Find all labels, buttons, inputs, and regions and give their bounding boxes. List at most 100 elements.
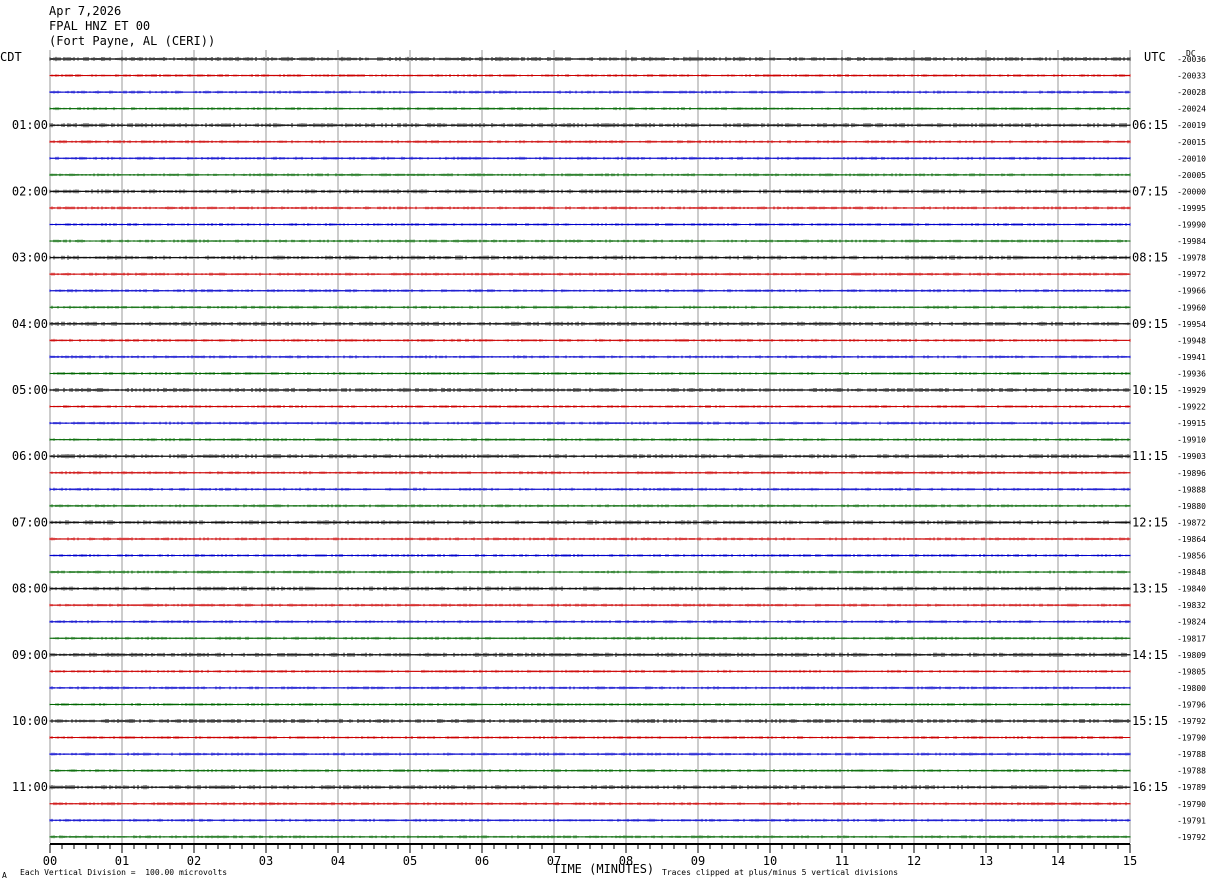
dc-offset-label: -19805 bbox=[1177, 667, 1206, 676]
x-tick-label: 14 bbox=[1051, 854, 1065, 868]
dc-offset-label: -19809 bbox=[1177, 651, 1206, 660]
local-hour-label: 07:00 bbox=[12, 515, 48, 529]
dc-offset-label: -20000 bbox=[1177, 187, 1206, 196]
seismic-trace bbox=[49, 438, 1131, 442]
x-tick-label: 07 bbox=[547, 854, 561, 868]
dc-offset-label: -19791 bbox=[1177, 816, 1206, 825]
x-tick-label: 06 bbox=[475, 854, 489, 868]
x-tick-label: 04 bbox=[331, 854, 345, 868]
seismic-trace bbox=[49, 818, 1131, 822]
utc-hour-label: 09:15 bbox=[1132, 317, 1168, 331]
seismic-trace bbox=[49, 769, 1131, 773]
seismic-trace bbox=[49, 338, 1131, 342]
dc-offset-label: -20015 bbox=[1177, 138, 1206, 147]
seismic-trace bbox=[49, 173, 1131, 177]
local-hour-label: 02:00 bbox=[12, 184, 48, 198]
seismic-trace bbox=[49, 355, 1131, 359]
seismic-trace bbox=[49, 223, 1131, 226]
dc-offset-label: -19995 bbox=[1177, 204, 1206, 213]
local-hour-label: 04:00 bbox=[12, 317, 48, 331]
dc-offset-label: -19792 bbox=[1177, 833, 1206, 842]
utc-hour-label: 06:15 bbox=[1132, 118, 1168, 132]
dc-offset-label: -19948 bbox=[1177, 336, 1206, 345]
dc-offset-label: -19984 bbox=[1177, 237, 1206, 246]
dc-offset-label: -19941 bbox=[1177, 353, 1206, 362]
dc-offset-label: -19872 bbox=[1177, 518, 1206, 527]
seismic-trace bbox=[49, 785, 1131, 790]
seismic-trace bbox=[49, 421, 1131, 425]
x-tick-label: 13 bbox=[979, 854, 993, 868]
dc-offset-label: -20036 bbox=[1177, 55, 1206, 64]
seismic-trace bbox=[49, 686, 1131, 690]
dc-offset-label: -19840 bbox=[1177, 585, 1206, 594]
dc-offset-label: -20005 bbox=[1177, 171, 1206, 180]
dc-offset-label: -19966 bbox=[1177, 287, 1206, 296]
utc-hour-label: 08:15 bbox=[1132, 251, 1168, 265]
seismic-trace bbox=[49, 74, 1131, 77]
seismic-trace bbox=[49, 321, 1131, 326]
seismic-trace bbox=[49, 487, 1131, 491]
dc-offset-label: -20033 bbox=[1177, 72, 1206, 81]
local-hour-label: 08:00 bbox=[12, 582, 48, 596]
x-tick-label: 09 bbox=[691, 854, 705, 868]
seismic-trace bbox=[49, 736, 1131, 739]
seismic-trace bbox=[49, 752, 1131, 756]
dc-offset-label: -19790 bbox=[1177, 734, 1206, 743]
dc-offset-label: -20010 bbox=[1177, 154, 1206, 163]
seismic-trace bbox=[49, 156, 1131, 160]
seismic-trace bbox=[49, 140, 1131, 144]
seismic-trace bbox=[49, 206, 1131, 210]
seismic-trace bbox=[49, 189, 1131, 194]
dc-offset-label: -20024 bbox=[1177, 105, 1206, 114]
x-tick-label: 10 bbox=[763, 854, 777, 868]
dc-offset-label: -19788 bbox=[1177, 767, 1206, 776]
dc-offset-label: -19789 bbox=[1177, 783, 1206, 792]
seismic-trace bbox=[49, 603, 1131, 607]
local-hour-label: 03:00 bbox=[12, 251, 48, 265]
seismic-trace bbox=[49, 835, 1131, 839]
dc-offset-label: -19960 bbox=[1177, 303, 1206, 312]
seismic-trace bbox=[49, 90, 1131, 94]
seismic-trace bbox=[49, 652, 1131, 657]
utc-hour-label: 07:15 bbox=[1132, 184, 1168, 198]
dc-offset-label: -19936 bbox=[1177, 369, 1206, 378]
seismic-trace bbox=[49, 669, 1131, 673]
local-hour-label: 09:00 bbox=[12, 648, 48, 662]
local-hour-label: 06:00 bbox=[12, 449, 48, 463]
seismic-trace bbox=[49, 586, 1131, 591]
dc-offset-label: -19880 bbox=[1177, 502, 1206, 511]
dc-offset-label: -19817 bbox=[1177, 634, 1206, 643]
seismic-trace bbox=[49, 520, 1131, 525]
x-tick-label: 15 bbox=[1123, 854, 1137, 868]
utc-hour-label: 13:15 bbox=[1132, 582, 1168, 596]
local-hour-label: 10:00 bbox=[12, 714, 48, 728]
seismic-trace bbox=[49, 405, 1131, 408]
seismic-trace bbox=[49, 802, 1131, 806]
x-tick-label: 11 bbox=[835, 854, 849, 868]
x-tick-label: 01 bbox=[115, 854, 129, 868]
local-hour-label: 05:00 bbox=[12, 383, 48, 397]
seismic-trace bbox=[49, 387, 1131, 393]
local-hour-label: 01:00 bbox=[12, 118, 48, 132]
dc-offset-label: -19788 bbox=[1177, 750, 1206, 759]
dc-offset-label: -19978 bbox=[1177, 254, 1206, 263]
dc-offset-label: -19832 bbox=[1177, 601, 1206, 610]
dc-offset-label: -19922 bbox=[1177, 403, 1206, 412]
seismic-trace bbox=[49, 289, 1131, 293]
local-hour-label: 11:00 bbox=[12, 780, 48, 794]
dc-offset-label: -19848 bbox=[1177, 568, 1206, 577]
dc-offset-label: -19864 bbox=[1177, 535, 1206, 544]
seismic-trace bbox=[49, 56, 1131, 62]
seismic-trace bbox=[49, 570, 1131, 574]
dc-offset-label: -19915 bbox=[1177, 419, 1206, 428]
utc-hour-label: 12:15 bbox=[1132, 515, 1168, 529]
seismic-trace bbox=[49, 107, 1131, 111]
dc-offset-label: -19796 bbox=[1177, 700, 1206, 709]
seismic-trace bbox=[49, 305, 1131, 309]
dc-offset-label: -20028 bbox=[1177, 88, 1206, 97]
dc-offset-label: -19910 bbox=[1177, 436, 1206, 445]
dc-offset-label: -19792 bbox=[1177, 717, 1206, 726]
dc-offset-label: -19896 bbox=[1177, 469, 1206, 478]
helicorder-plot: 00 01 02 03 04 05 06 07 08 09 10 11 12 13 14 15 -20036 -2… bbox=[12, 50, 1206, 868]
dc-offset-label: -19824 bbox=[1177, 618, 1206, 627]
